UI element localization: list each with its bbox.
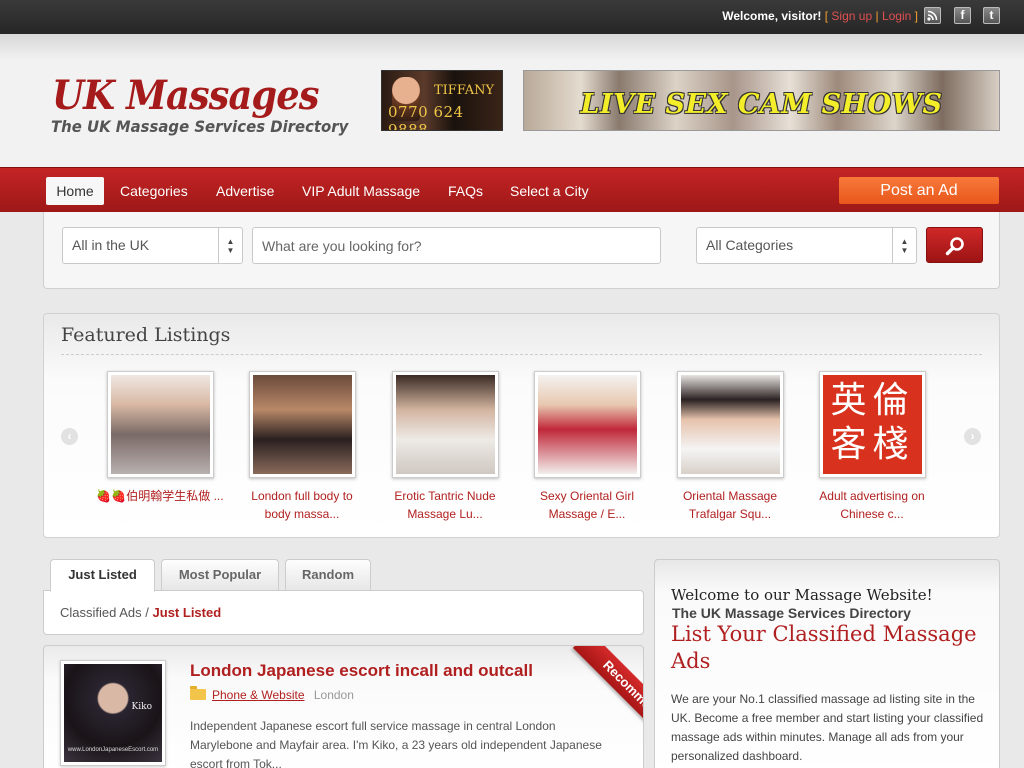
- carousel-prev-icon[interactable]: ‹: [61, 428, 78, 445]
- location-select-value: All in the UK: [72, 237, 150, 253]
- featured-item[interactable]: London full body to body massa...: [249, 371, 356, 523]
- select-arrows-icon: ▲ ▼: [218, 228, 242, 263]
- featured-caption[interactable]: 🍓🍓伯明翰学生私做 ...: [95, 487, 225, 505]
- featured-thumbnail[interactable]: [107, 371, 214, 478]
- sidebar-subtitle: The UK Massage Services Directory: [672, 605, 911, 621]
- breadcrumb-sep: /: [145, 605, 149, 620]
- category-select-value: All Categories: [706, 237, 794, 253]
- ad-phone: 0770 624 9888: [388, 103, 464, 131]
- listing-title[interactable]: London Japanese escort incall and outcal…: [190, 661, 533, 681]
- post-ad-button[interactable]: Post an Ad: [839, 177, 999, 204]
- login-link[interactable]: Login: [882, 9, 911, 23]
- sidebar-headline: List Your Classified Massage Ads: [671, 622, 977, 673]
- search-icon: [945, 237, 964, 256]
- divider: [61, 354, 982, 355]
- ad-name: TIFFANY: [434, 83, 495, 98]
- listing-card: Kiko www.LondonJapaneseEscort.com London…: [43, 645, 644, 768]
- welcome-label: Welcome, visitor!: [722, 9, 822, 23]
- featured-thumbnail[interactable]: [392, 371, 499, 478]
- top-bar: Welcome, visitor! [ Sign up | Login ] f …: [0, 0, 1024, 34]
- chinese-logo: 英倫客棧: [823, 375, 922, 474]
- facebook-icon[interactable]: f: [954, 7, 971, 24]
- nav-select-city[interactable]: Select a City: [510, 183, 589, 199]
- featured-caption[interactable]: London full body to body massa...: [237, 487, 367, 523]
- breadcrumb: Classified Ads / Just Listed: [43, 590, 644, 635]
- separator: |: [875, 9, 879, 23]
- tab-most-popular[interactable]: Most Popular: [161, 559, 279, 591]
- tiffany-banner-ad[interactable]: TIFFANY 0770 624 9888: [381, 70, 503, 131]
- featured-item[interactable]: 英倫客棧 Adult advertising on Chinese c...: [819, 371, 926, 523]
- search-input[interactable]: [252, 227, 661, 264]
- featured-caption[interactable]: Oriental Massage Trafalgar Squ...: [665, 487, 795, 523]
- search-panel: All in the UK ▲▼ All Categories ▲▼: [43, 212, 1000, 289]
- featured-listings: Featured Listings ‹ › 🍓🍓伯明翰学生私做 ... Lond…: [43, 313, 1000, 538]
- featured-item[interactable]: 🍓🍓伯明翰学生私做 ...: [96, 371, 224, 505]
- featured-thumbnail[interactable]: [677, 371, 784, 478]
- thumb-name: Kiko: [131, 702, 152, 712]
- featured-item[interactable]: Sexy Oriental Girl Massage / E...: [534, 371, 641, 523]
- bracket-close: ]: [914, 9, 918, 23]
- featured-thumbnail[interactable]: [534, 371, 641, 478]
- breadcrumb-root[interactable]: Classified Ads: [60, 605, 142, 620]
- featured-item[interactable]: Oriental Massage Trafalgar Squ...: [677, 371, 784, 523]
- featured-title: Featured Listings: [61, 324, 231, 346]
- listing-thumbnail[interactable]: Kiko www.LondonJapaneseEscort.com: [60, 660, 166, 766]
- welcome-sidebar: Welcome to our Massage Website! The UK M…: [654, 559, 1000, 768]
- site-header: UK Massages The UK Massage Services Dire…: [0, 34, 1024, 167]
- signup-link[interactable]: Sign up: [831, 9, 872, 23]
- location-select[interactable]: All in the UK ▲ ▼: [62, 227, 243, 264]
- listing-category[interactable]: Phone & Website: [212, 688, 305, 702]
- sidebar-welcome: Welcome to our Massage Website!: [671, 586, 933, 604]
- tumblr-icon[interactable]: t: [983, 7, 1000, 24]
- listing-description: Independent Japanese escort full service…: [190, 719, 602, 768]
- nav-faqs[interactable]: FAQs: [448, 183, 483, 199]
- main-nav: Home Categories Advertise VIP Adult Mass…: [0, 167, 1024, 212]
- thumb-url: www.LondonJapaneseEscort.com: [67, 747, 159, 753]
- welcome-text: Welcome, visitor! [ Sign up | Login ]: [722, 9, 918, 23]
- cam-shows-banner-ad[interactable]: LIVE SEX CAM SHOWS: [523, 70, 1000, 131]
- site-tagline: The UK Massage Services Directory: [51, 117, 349, 136]
- tab-random[interactable]: Random: [285, 559, 371, 591]
- sidebar-body: We are your No.1 classified massage ad l…: [671, 692, 984, 763]
- select-arrows-icon: ▲ ▼: [892, 228, 916, 263]
- bracket-open: [: [824, 9, 829, 23]
- nav-categories[interactable]: Categories: [120, 183, 188, 199]
- site-logo[interactable]: UK Massages: [52, 72, 319, 119]
- listing-photo: Kiko www.LondonJapaneseEscort.com: [64, 664, 162, 762]
- category-select[interactable]: All Categories ▲ ▼: [696, 227, 917, 264]
- search-button[interactable]: [926, 227, 983, 263]
- breadcrumb-current: Just Listed: [152, 605, 222, 620]
- featured-caption[interactable]: Erotic Tantric Nude Massage Lu...: [380, 487, 510, 523]
- rss-icon[interactable]: [924, 7, 941, 24]
- nav-vip-adult-massage[interactable]: VIP Adult Massage: [302, 183, 420, 199]
- featured-caption[interactable]: Sexy Oriental Girl Massage / E...: [522, 487, 652, 523]
- featured-item[interactable]: Erotic Tantric Nude Massage Lu...: [392, 371, 499, 523]
- ad-cam-text: LIVE SEX CAM SHOWS: [580, 89, 943, 120]
- nav-home[interactable]: Home: [46, 177, 104, 205]
- featured-thumbnail[interactable]: [249, 371, 356, 478]
- tab-just-listed[interactable]: Just Listed: [50, 559, 155, 592]
- featured-thumbnail[interactable]: 英倫客棧: [819, 371, 926, 478]
- nav-advertise[interactable]: Advertise: [216, 183, 274, 199]
- carousel-next-icon[interactable]: ›: [964, 428, 981, 445]
- listing-location: London: [313, 688, 354, 702]
- folder-icon: [190, 686, 206, 700]
- featured-caption[interactable]: Adult advertising on Chinese c...: [807, 487, 937, 523]
- listing-meta: Phone & Website London: [190, 686, 354, 702]
